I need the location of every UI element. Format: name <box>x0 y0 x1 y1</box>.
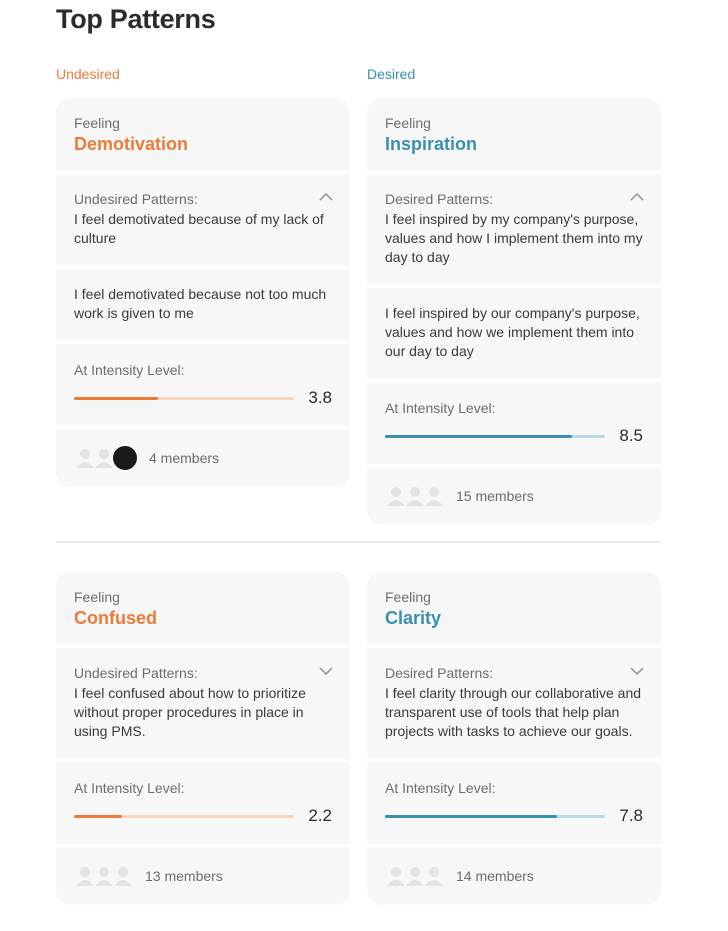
patterns-label: Desired Patterns: <box>385 665 494 681</box>
feeling-section: Feeling Inspiration <box>367 98 661 171</box>
patterns-label: Undesired Patterns: <box>74 191 198 207</box>
patterns-section: Undesired Patterns: I feel confused abou… <box>56 648 350 759</box>
patterns-label: Desired Patterns: <box>385 191 494 207</box>
feeling-name: Clarity <box>385 608 442 628</box>
undesired-column-label: Undesired <box>56 66 120 82</box>
user-placeholder-icon <box>114 867 132 886</box>
page-title: Top Patterns <box>56 4 216 34</box>
pattern-text: I feel confused about how to prioritize … <box>74 685 306 739</box>
patterns-section: Desired Patterns: I feel inspired by my … <box>367 174 661 285</box>
intensity-label: At Intensity Level: <box>74 362 185 378</box>
intensity-section: At Intensity Level: 2.2 <box>56 762 350 844</box>
intensity-bar <box>385 814 605 818</box>
members-count: 13 members <box>145 868 223 884</box>
intensity-value: 8.5 <box>619 426 643 445</box>
intensity-bar-fill <box>385 814 557 818</box>
user-placeholder-icon <box>425 867 443 886</box>
intensity-bar <box>385 434 605 438</box>
intensity-section: At Intensity Level: 3.8 <box>56 344 350 426</box>
intensity-bar-fill <box>74 396 158 400</box>
intensity-value: 7.8 <box>619 806 643 825</box>
feeling-name: Inspiration <box>385 134 478 154</box>
members-section[interactable]: 14 members <box>367 847 661 905</box>
patterns-section: Undesired Patterns: I feel demotivated b… <box>56 174 350 266</box>
pattern-card-clarity: Feeling Clarity Desired Patterns: I feel… <box>367 572 661 905</box>
intensity-value: 3.8 <box>308 388 332 407</box>
intensity-label: At Intensity Level: <box>385 400 496 416</box>
feeling-label: Feeling <box>385 589 431 605</box>
pattern-text: I feel inspired by our company's purpose… <box>385 305 640 359</box>
intensity-value: 2.2 <box>308 806 332 825</box>
members-count: 4 members <box>149 450 220 466</box>
members-section[interactable]: 13 members <box>56 847 350 905</box>
pattern-text: I feel demotivated because not too much … <box>74 286 327 321</box>
patterns-section: Desired Patterns: I feel clarity through… <box>367 648 661 759</box>
section-divider <box>56 541 661 543</box>
pattern-item: I feel demotivated because not too much … <box>56 269 350 341</box>
user-placeholder-icon <box>425 487 443 506</box>
intensity-bar <box>74 814 294 818</box>
intensity-section: At Intensity Level: 7.8 <box>367 762 661 844</box>
intensity-bar-fill <box>74 814 123 818</box>
feeling-section: Feeling Demotivation <box>56 98 350 171</box>
feeling-label: Feeling <box>74 589 120 605</box>
chevron-down-icon[interactable] <box>629 666 645 676</box>
members-count: 14 members <box>456 868 534 884</box>
feeling-section: Feeling Clarity <box>367 572 661 645</box>
intensity-bar <box>74 396 294 400</box>
feeling-section: Feeling Confused <box>56 572 350 645</box>
pattern-text: I feel demotivated because of my lack of… <box>74 211 324 246</box>
pattern-card-inspiration: Feeling Inspiration Desired Patterns: I … <box>367 98 661 525</box>
chevron-up-icon[interactable] <box>318 192 334 202</box>
feeling-label: Feeling <box>385 115 431 131</box>
intensity-label: At Intensity Level: <box>385 780 496 796</box>
chevron-up-icon[interactable] <box>629 192 645 202</box>
pattern-item: I feel inspired by our company's purpose… <box>367 288 661 379</box>
chevron-down-icon[interactable] <box>318 666 334 676</box>
patterns-label: Undesired Patterns: <box>74 665 198 681</box>
intensity-section: At Intensity Level: 8.5 <box>367 382 661 464</box>
feeling-label: Feeling <box>74 115 120 131</box>
members-section[interactable]: 4 members <box>56 429 350 487</box>
intensity-label: At Intensity Level: <box>74 780 185 796</box>
pattern-card-demotivation: Feeling Demotivation Undesired Patterns:… <box>56 98 350 487</box>
intensity-bar-fill <box>385 434 572 438</box>
pattern-text: I feel clarity through our collaborative… <box>385 685 642 739</box>
pattern-text: I feel inspired by my company's purpose,… <box>385 211 643 265</box>
feeling-name: Confused <box>74 608 157 628</box>
desired-column-label: Desired <box>367 66 416 82</box>
members-count: 15 members <box>456 488 534 504</box>
feeling-name: Demotivation <box>74 134 189 154</box>
members-section[interactable]: 15 members <box>367 467 661 525</box>
avatar <box>112 445 138 471</box>
pattern-card-confused: Feeling Confused Undesired Patterns: I f… <box>56 572 350 905</box>
